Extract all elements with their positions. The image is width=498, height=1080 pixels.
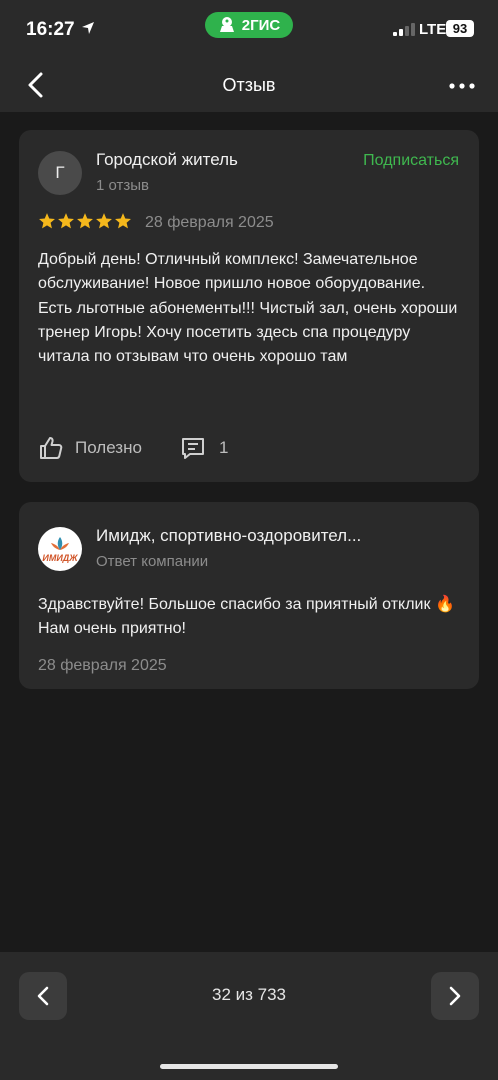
- battery-level: 93: [452, 21, 468, 36]
- nav-bar: Отзыв: [0, 58, 498, 112]
- star-icon: [77, 213, 93, 229]
- app-badge[interactable]: 2ГИС: [205, 12, 293, 38]
- lotus-icon: [51, 536, 69, 550]
- page-title: Отзыв: [222, 75, 276, 95]
- rating-stars: [38, 212, 132, 230]
- review-date: 28 февраля 2025: [145, 214, 274, 231]
- review-text: Добрый день! Отличный комплекс! Замечате…: [38, 251, 458, 366]
- subscribe-button[interactable]: Подписаться: [363, 152, 459, 170]
- pagination-bar: 32 из 733: [0, 952, 498, 1080]
- signal-icon: [393, 23, 415, 36]
- network-type: LTE: [419, 21, 447, 38]
- app-badge-label: 2ГИС: [241, 16, 281, 34]
- review-card: Г Городской житель 1 отзыв Подписаться 2…: [19, 130, 479, 482]
- review-author[interactable]: Городской житель: [96, 150, 238, 170]
- star-icon: [96, 213, 112, 229]
- avatar[interactable]: Г: [38, 151, 82, 195]
- pagination-label: 32 из 733: [211, 985, 286, 1004]
- thumbs-up-icon: [40, 437, 63, 459]
- reply-label: Ответ компании: [96, 553, 209, 570]
- company-logo[interactable]: ИМИДЖ: [38, 527, 82, 571]
- next-review-button[interactable]: [431, 972, 479, 1020]
- chevron-right-icon: [449, 986, 461, 1006]
- company-name[interactable]: Имидж, спортивно-оздоровител...: [96, 526, 361, 546]
- comment-icon: [182, 438, 204, 459]
- author-review-count: 1 отзыв: [96, 177, 150, 194]
- reply-text: Здравствуйте! Большое спасибо за приятны…: [38, 596, 455, 638]
- comments-count: 1: [219, 438, 229, 457]
- location-arrow-icon: [82, 22, 94, 34]
- status-bar: 16:27 2ГИС LTE 93: [0, 0, 498, 58]
- status-time: 16:27: [26, 19, 75, 40]
- home-indicator[interactable]: [160, 1064, 338, 1069]
- star-icon: [39, 213, 55, 229]
- useful-button[interactable]: Полезно: [38, 435, 142, 461]
- comments-button[interactable]: 1: [180, 435, 228, 461]
- battery-icon: 93: [446, 20, 474, 37]
- company-logo-text: ИМИДЖ: [42, 552, 78, 563]
- useful-label: Полезно: [75, 438, 142, 457]
- reply-date: 28 февраля 2025: [38, 657, 167, 674]
- star-icon: [58, 213, 74, 229]
- more-icon[interactable]: [448, 82, 476, 90]
- company-reply-card: ИМИДЖ Имидж, спортивно-оздоровител... От…: [19, 502, 479, 689]
- 2gis-logo-icon: [219, 17, 234, 32]
- star-icon: [115, 213, 131, 229]
